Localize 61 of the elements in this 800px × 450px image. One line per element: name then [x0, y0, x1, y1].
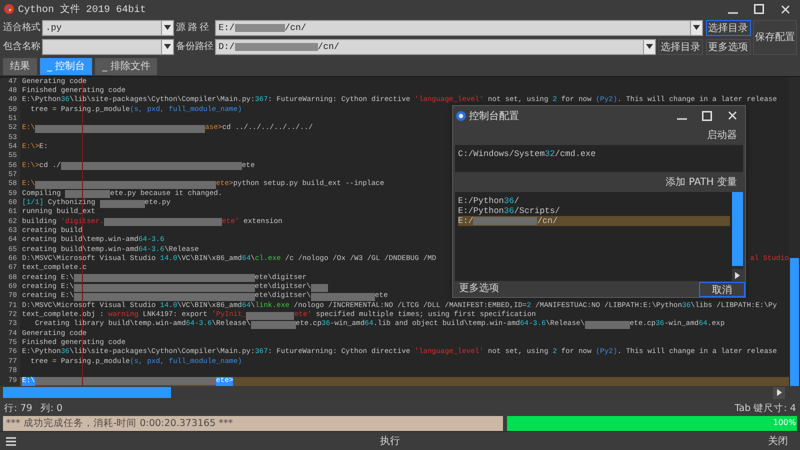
source-path-label: 源 路 径: [176, 21, 210, 34]
scrollbar-thumb[interactable]: [790, 258, 799, 386]
app-icon: [456, 110, 466, 121]
window-title: Cython 文件 2019 64bit: [18, 2, 148, 16]
close-app-button[interactable]: 关闭: [762, 432, 794, 450]
path-item[interactable]: E:/Python36/Scripts/: [458, 206, 730, 216]
path-item[interactable]: E:/ /cn/: [458, 216, 730, 226]
minimize-icon: [677, 118, 687, 120]
close-icon: [780, 4, 790, 14]
caret-icon: [776, 389, 782, 396]
caret-icon: [693, 25, 700, 30]
scrollbar-thumb[interactable]: [732, 192, 743, 266]
redaction-block: [473, 216, 538, 225]
tab[interactable]: _ 排除文件: [95, 58, 158, 74]
redaction-block: [250, 321, 296, 330]
dropdown-button[interactable]: [160, 40, 172, 54]
format-dropdown[interactable]: .py: [42, 20, 174, 36]
launcher-field[interactable]: C:/Windows/System32/cmd.exe: [455, 145, 743, 172]
menu-icon: [6, 436, 16, 446]
column-indicator: 列: 0: [40, 402, 63, 415]
name-filter-label: 包含名称: [3, 40, 39, 53]
tab[interactable]: 结果: [3, 58, 37, 74]
redaction-block: [584, 321, 630, 330]
tab-size-indicator: Tab 键尺寸: 4: [734, 402, 796, 415]
choose-folder-button[interactable]: 选择目录: [706, 20, 750, 36]
menu-button[interactable]: [4, 435, 18, 447]
app-icon: [4, 4, 14, 14]
dropdown-button[interactable]: [690, 20, 702, 34]
redaction-block: [234, 24, 285, 32]
path-label: 添加 PATH 变量: [666, 176, 738, 190]
more-options-link[interactable]: 更多选项: [455, 281, 499, 297]
progress-label: 100%: [773, 418, 796, 428]
more-options-button[interactable]: 更多选项: [706, 38, 750, 54]
maximize-icon: [702, 110, 712, 121]
scrollbar-thumb[interactable]: [3, 387, 171, 398]
launcher-label: 启动器: [707, 128, 738, 144]
caret-icon: [164, 25, 170, 30]
dialog-title: 控制台配置: [469, 110, 520, 123]
redaction-block: [246, 312, 294, 320]
format-label: 适合格式: [3, 21, 39, 34]
path-item[interactable]: E:/Python36/: [458, 196, 730, 206]
line-indicator: 行: 79: [4, 402, 32, 415]
source-path-field[interactable]: E:/ /cn/: [214, 20, 703, 36]
maximize-icon: [754, 4, 764, 14]
save-config-button[interactable]: 保存配置: [753, 20, 797, 54]
caret-icon: [735, 272, 740, 278]
minimize-icon: [728, 12, 738, 14]
dropdown-button[interactable]: [642, 40, 654, 54]
dropdown-button[interactable]: [160, 20, 172, 34]
caret-icon: [646, 44, 652, 49]
scroll-right-button[interactable]: [773, 386, 785, 399]
backup-path-label: 备份路径: [176, 40, 212, 53]
choose-folder-button[interactable]: 选择目录: [658, 38, 703, 54]
caret-icon: [164, 44, 170, 49]
close-icon: [728, 111, 736, 120]
backup-path-field[interactable]: D:/ /cn/: [214, 38, 656, 54]
redaction-block: [100, 200, 145, 208]
status-message: *** 成功完成任务，消耗-时间 0:00:20.373165 ***: [3, 416, 503, 431]
run-button[interactable]: 执行: [374, 432, 406, 450]
cancel-button[interactable]: 取消: [699, 282, 745, 297]
name-filter-dropdown[interactable]: [42, 38, 174, 54]
